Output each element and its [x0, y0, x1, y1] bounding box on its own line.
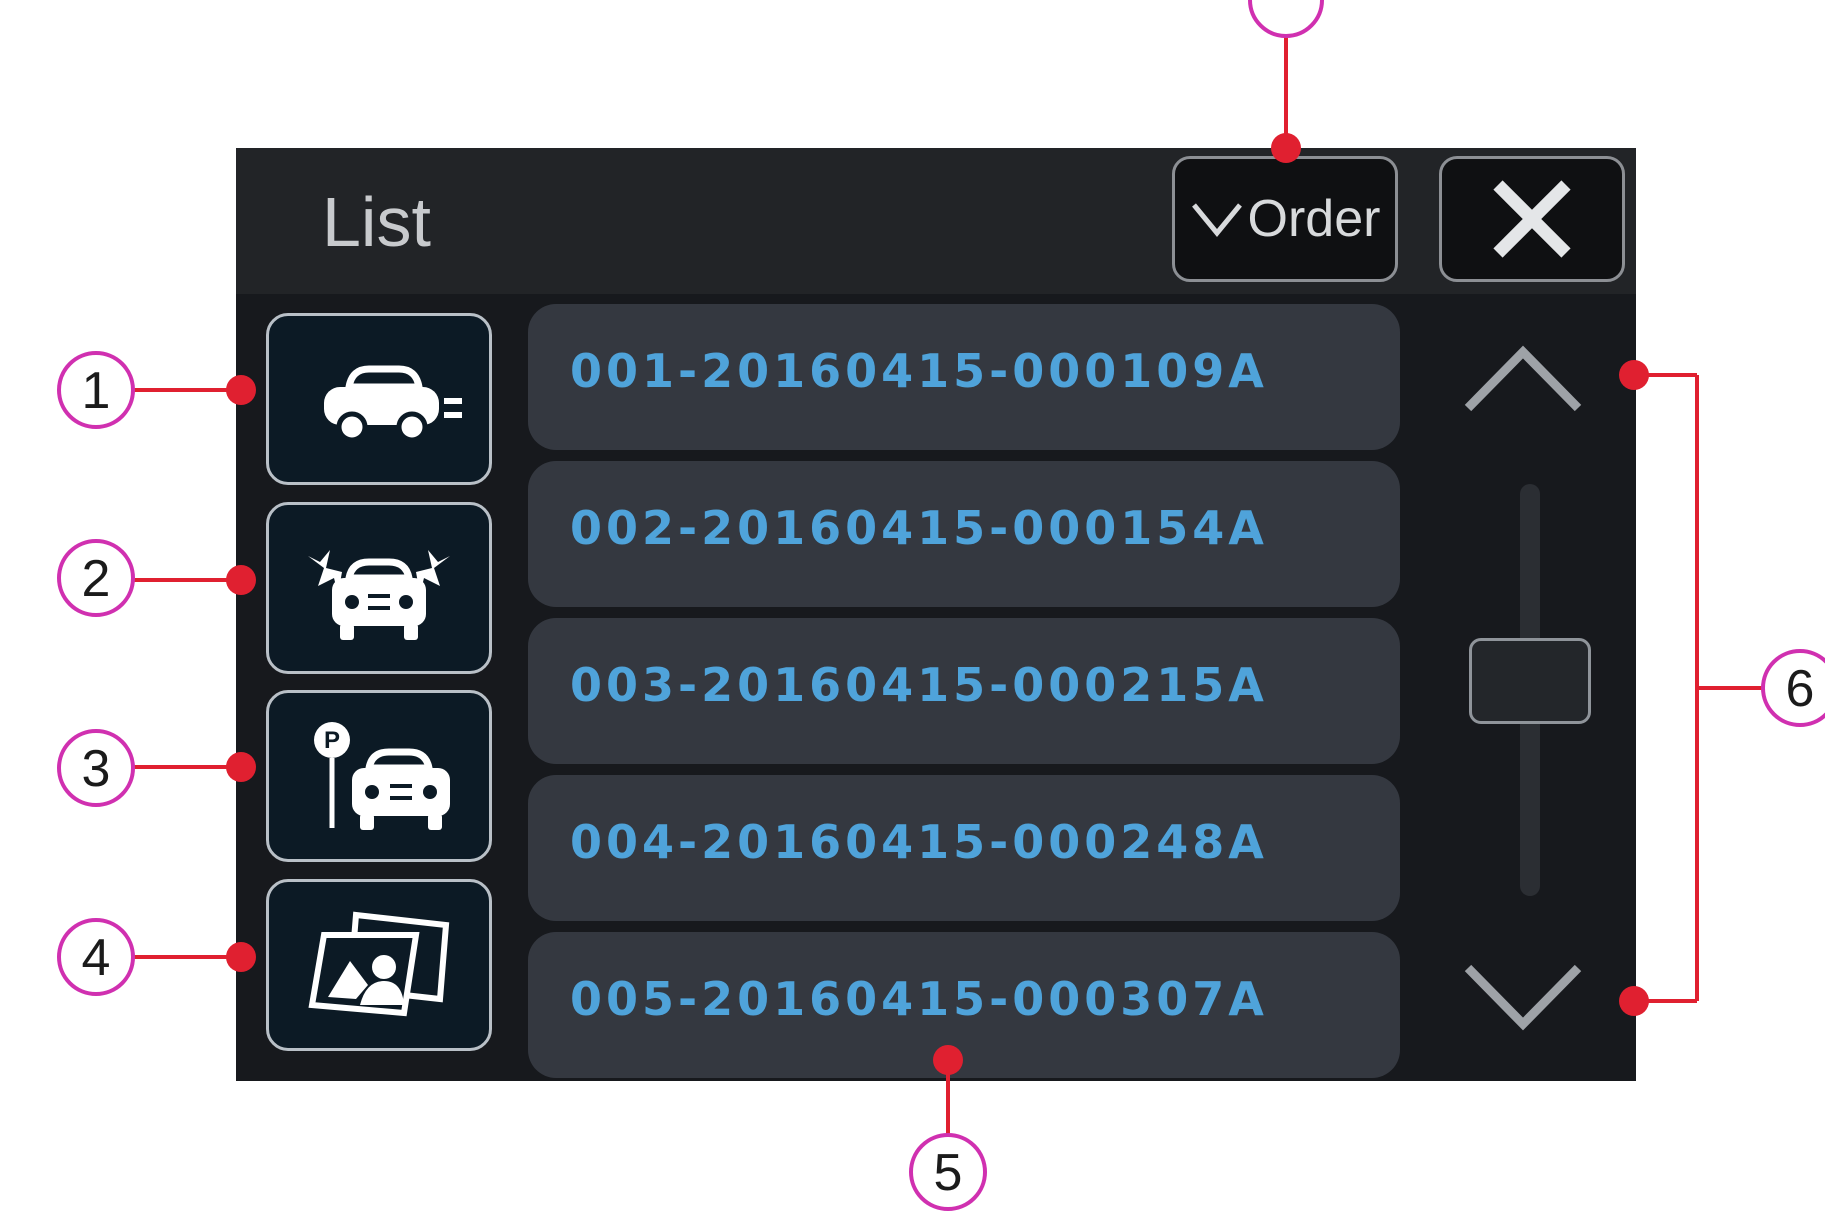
annotation-callouts: 1 2 3 4 5 6 [57, 0, 1825, 1211]
callout-3: 3 [57, 729, 256, 807]
callout-number: 4 [82, 929, 111, 987]
callout-4: 4 [57, 918, 256, 996]
callout-number: 2 [82, 550, 111, 608]
callout-number: 1 [82, 362, 111, 420]
callout-2: 2 [57, 539, 256, 617]
callout-5: 5 [909, 1045, 987, 1211]
callout-number: 6 [1786, 660, 1815, 718]
callout-number: 5 [934, 1144, 963, 1202]
callout-1: 1 [57, 351, 256, 429]
callout-6: 6 [1619, 360, 1825, 1016]
callout-number: 3 [82, 740, 111, 798]
callout-order [1248, 0, 1324, 163]
